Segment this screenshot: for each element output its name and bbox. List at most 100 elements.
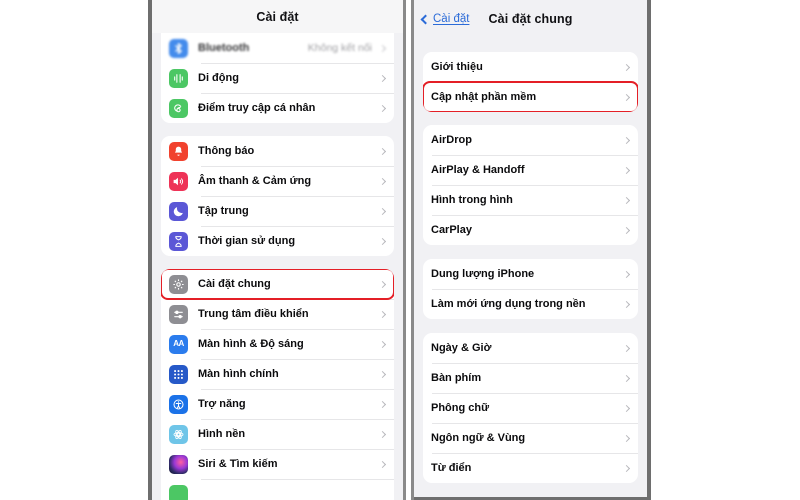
settings-row-home-screen[interactable]: Màn hình chính: [161, 359, 394, 389]
right-nav-header: Cài đặt Cài đặt chung: [414, 0, 647, 38]
control-center-icon: [169, 304, 188, 324]
settings-row-partial[interactable]: [161, 479, 394, 500]
general-row-label: Làm mới ứng dụng trong nền: [431, 298, 586, 310]
settings-row-value: Không kết nối: [307, 42, 372, 54]
settings-row-siri[interactable]: Siri & Tìm kiếm: [161, 449, 394, 479]
page-title: Cài đặt: [256, 9, 299, 24]
settings-row-label: Màn hình chính: [198, 368, 279, 380]
settings-group-system: Cài đặt chung Trung tâm điều khiển AA Mà…: [161, 269, 394, 500]
general-row-label: Hình trong hình: [431, 194, 513, 206]
general-row-label: Ngày & Giờ: [431, 342, 492, 354]
settings-row-label: Bluetooth: [198, 42, 250, 54]
settings-row-label: Màn hình & Độ sáng: [198, 338, 304, 350]
settings-row-accessibility[interactable]: Trợ năng: [161, 389, 394, 419]
general-group-about: Giới thiệu Cập nhật phần mềm: [423, 52, 638, 112]
general-row-about[interactable]: Giới thiệu: [423, 52, 638, 82]
chevron-right-icon: [378, 237, 387, 245]
settings-row-general[interactable]: Cài đặt chung: [161, 269, 394, 300]
settings-group-notifications: Thông báo Âm thanh & Cảm ứng Tập trung T…: [161, 136, 394, 256]
chevron-right-icon: [622, 63, 631, 71]
settings-row-control-center[interactable]: Trung tâm điều khiển: [161, 299, 394, 329]
settings-row-label: Tập trung: [198, 205, 249, 217]
general-row-label: AirDrop: [431, 134, 472, 146]
home-screen-icon: [169, 364, 188, 384]
general-row-label: Dung lượng iPhone: [431, 268, 535, 280]
settings-row-label: Di động: [198, 72, 239, 84]
chevron-right-icon: [622, 166, 631, 174]
settings-row-display[interactable]: AA Màn hình & Độ sáng: [161, 329, 394, 359]
settings-row-wallpaper[interactable]: Hình nền: [161, 419, 394, 449]
general-row-label: Phông chữ: [431, 402, 490, 414]
general-row-picture-in-picture[interactable]: Hình trong hình: [423, 185, 638, 215]
chevron-right-icon: [622, 93, 631, 101]
general-row-date-time[interactable]: Ngày & Giờ: [423, 333, 638, 363]
settings-row-focus[interactable]: Tập trung: [161, 196, 394, 226]
wallpaper-icon: [169, 424, 188, 444]
general-row-label: Từ điển: [431, 462, 472, 474]
settings-row-label: Trợ năng: [198, 398, 246, 410]
general-row-fonts[interactable]: Phông chữ: [423, 393, 638, 423]
left-scroll-area[interactable]: Bluetooth Không kết nối Di động Điểm tru…: [152, 33, 403, 500]
speaker-icon: [169, 171, 188, 191]
left-nav-header: Cài đặt: [152, 0, 403, 33]
chevron-right-icon: [378, 104, 387, 112]
settings-row-label: Siri & Tìm kiếm: [198, 458, 278, 470]
chevron-right-icon: [378, 44, 387, 52]
general-row-label: AirPlay & Handoff: [431, 164, 525, 176]
settings-row-label: Điểm truy cập cá nhân: [198, 102, 316, 114]
siri-icon: [169, 454, 188, 474]
settings-row-label: Cài đặt chung: [198, 278, 271, 290]
general-group-locale: Ngày & Giờ Bàn phím Phông chữ Ngôn ngữ &…: [423, 333, 638, 483]
general-settings-panel: Cài đặt Cài đặt chung Giới thiệu Cập nhậ…: [411, 0, 651, 500]
settings-row-label: Trung tâm điều khiển: [198, 308, 309, 320]
chevron-right-icon: [622, 270, 631, 278]
settings-row-label: Hình nền: [198, 428, 246, 440]
chevron-right-icon: [622, 136, 631, 144]
chevron-right-icon: [378, 400, 387, 408]
general-row-language-region[interactable]: Ngôn ngữ & Vùng: [423, 423, 638, 453]
chevron-right-icon: [378, 370, 387, 378]
general-row-label: Ngôn ngữ & Vùng: [431, 432, 526, 444]
chevron-right-icon: [378, 430, 387, 438]
general-row-dictionary[interactable]: Từ điển: [423, 453, 638, 483]
chevron-right-icon: [622, 434, 631, 442]
settings-row-notifications[interactable]: Thông báo: [161, 136, 394, 166]
settings-row-bluetooth[interactable]: Bluetooth Không kết nối: [161, 33, 394, 63]
cellular-icon: [169, 68, 188, 88]
gear-icon: [169, 274, 188, 294]
chevron-right-icon: [378, 74, 387, 82]
chevron-right-icon: [378, 280, 387, 288]
general-row-iphone-storage[interactable]: Dung lượng iPhone: [423, 259, 638, 289]
general-row-software-update[interactable]: Cập nhật phần mềm: [423, 81, 638, 112]
general-row-keyboard[interactable]: Bàn phím: [423, 363, 638, 393]
partial-green-icon: [169, 484, 188, 500]
general-row-airdrop[interactable]: AirDrop: [423, 125, 638, 155]
settings-row-hotspot[interactable]: Điểm truy cập cá nhân: [161, 93, 394, 123]
right-scroll-area[interactable]: Giới thiệu Cập nhật phần mềm AirDrop Air…: [414, 52, 647, 483]
chevron-right-icon: [622, 404, 631, 412]
settings-row-label: Thông báo: [198, 145, 255, 157]
display-brightness-icon: AA: [169, 334, 188, 354]
bell-icon: [169, 141, 188, 161]
chevron-right-icon: [622, 300, 631, 308]
general-row-carplay[interactable]: CarPlay: [423, 215, 638, 245]
general-row-background-refresh[interactable]: Làm mới ứng dụng trong nền: [423, 289, 638, 319]
settings-row-cellular[interactable]: Di động: [161, 63, 394, 93]
settings-row-label: Thời gian sử dụng: [198, 235, 296, 247]
general-row-label: CarPlay: [431, 224, 472, 236]
chevron-right-icon: [378, 177, 387, 185]
settings-group-connectivity: Bluetooth Không kết nối Di động Điểm tru…: [161, 33, 394, 123]
settings-row-label: Âm thanh & Cảm ứng: [198, 175, 312, 187]
chevron-right-icon: [622, 374, 631, 382]
settings-row-screen-time[interactable]: Thời gian sử dụng: [161, 226, 394, 256]
chevron-right-icon: [622, 196, 631, 204]
chevron-right-icon: [378, 460, 387, 468]
chevron-right-icon: [378, 147, 387, 155]
hotspot-icon: [169, 98, 188, 118]
settings-row-sounds[interactable]: Âm thanh & Cảm ứng: [161, 166, 394, 196]
general-row-airplay-handoff[interactable]: AirPlay & Handoff: [423, 155, 638, 185]
screenshot-stage: Cài đặt Bluetooth Không kết nối Di động …: [0, 0, 800, 500]
chevron-right-icon: [378, 207, 387, 215]
page-title: Cài đặt chung: [488, 12, 573, 26]
accessibility-icon: [169, 394, 188, 414]
